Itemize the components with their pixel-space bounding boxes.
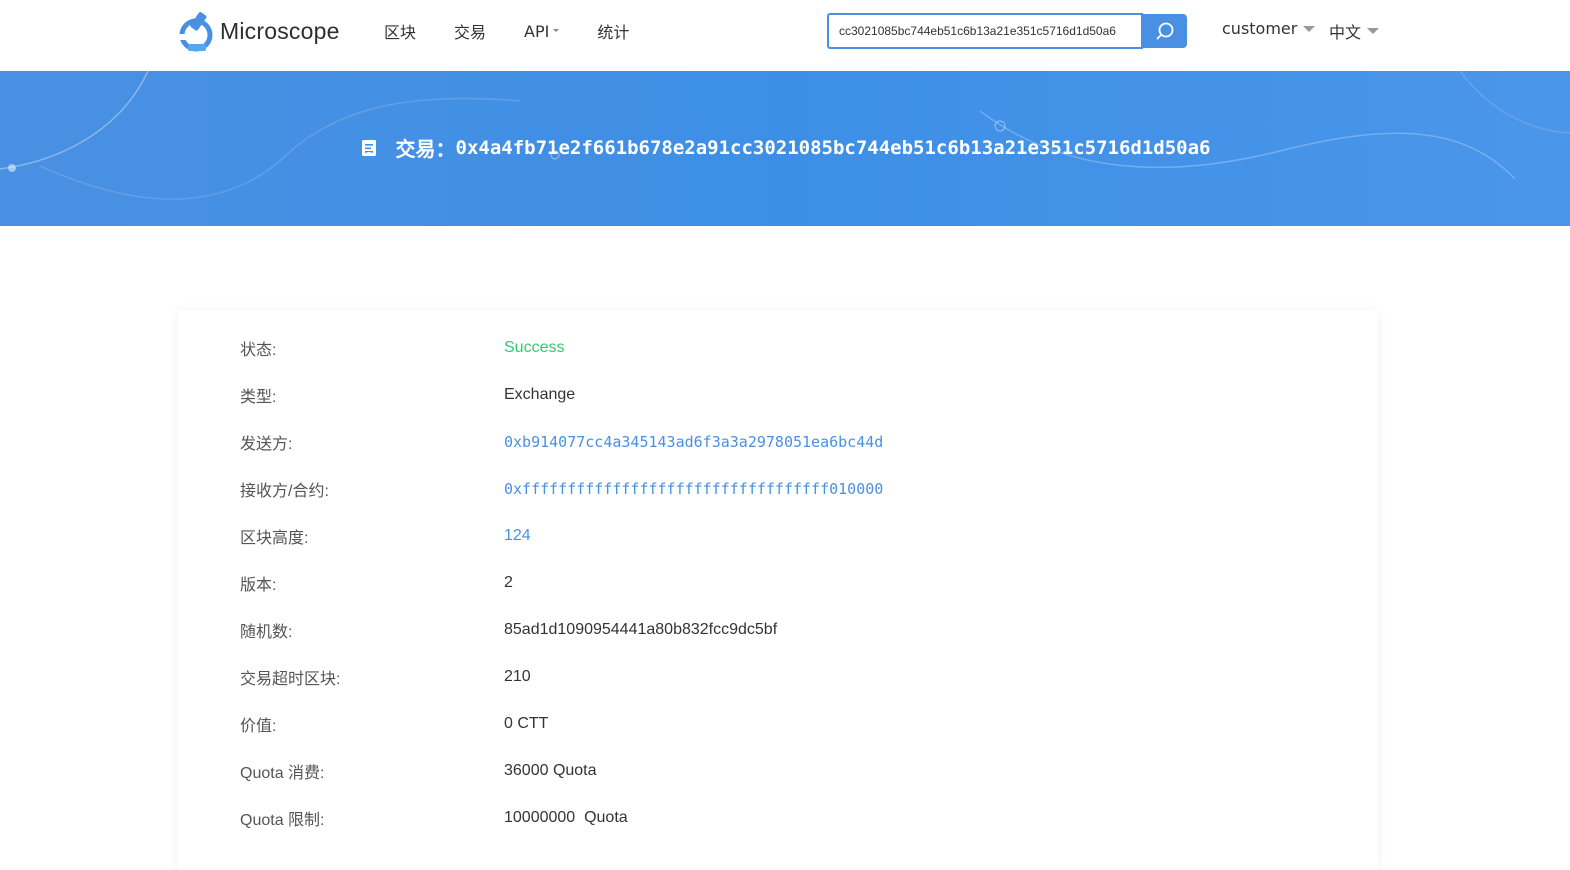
top-navbar: Microscope 区块 交易 API 统计 customer 中文 [0,0,1570,71]
detail-row-quota-used: Quota 消费: 36000 Quota [240,760,597,782]
user-menu-label: customer [1222,19,1298,38]
nav-item-blocks[interactable]: 区块 [384,19,416,43]
detail-label: 接收方/合约: [240,483,329,500]
detail-row-receiver: 接收方/合约: 0xffffffffffffffffffffffffffffff… [240,478,883,500]
page-title-prefix: 交易： [395,137,456,161]
detail-label: 发送方: [240,436,293,453]
valid-until-block-value: 210 [504,668,531,685]
search-button[interactable] [1143,14,1187,48]
page-banner: 交易： 0x4a4fb71e2f661b678e2a91cc3021085bc7… [0,71,1570,226]
main-nav: 区块 交易 API 统计 [384,19,667,43]
nav-item-statistics[interactable]: 统计 [597,19,629,43]
nav-item-api[interactable]: API [524,21,560,41]
nav-item-label: API [524,21,550,41]
detail-label: 随机数: [240,624,293,641]
type-value: Exchange [504,386,576,403]
nav-item-label: 区块 [384,23,417,42]
detail-label: 状态: [240,342,277,359]
microscope-icon [178,12,213,52]
detail-label: 版本: [240,577,277,594]
version-value: 2 [504,574,513,591]
detail-label: Quota 限制: [240,812,325,829]
block-height-link[interactable]: 124 [504,527,531,545]
detail-row-quota-limit: Quota 限制: 10000000 Quota [240,807,628,829]
quota-limit-value: 10000000 Quota [504,809,628,826]
user-menu[interactable]: customer [1222,19,1316,38]
quota-used-value: 36000 Quota [504,762,597,779]
document-icon [361,139,376,156]
chevron-down-icon [1367,28,1380,34]
nonce-value: 85ad1d1090954441a80b832fcc9dc5bf [504,621,778,638]
chevron-down-icon [1303,25,1316,32]
search-input[interactable] [827,13,1143,49]
detail-row-status: 状态: Success [240,337,564,359]
search-icon [1156,22,1174,40]
detail-row-type: 类型: Exchange [240,384,575,406]
detail-label: 区块高度: [240,530,309,547]
search-bar [827,13,1187,49]
detail-row-nonce: 随机数: 85ad1d1090954441a80b832fcc9dc5bf [240,619,777,641]
detail-row-valid-until-block: 交易超时区块: 210 [240,666,531,688]
nav-item-label: 统计 [597,23,630,42]
brand-name: Microscope [220,17,340,44]
nav-item-transactions[interactable]: 交易 [454,19,486,43]
nav-item-label: 交易 [454,23,487,42]
detail-label: 价值: [240,718,277,735]
brand-logo[interactable]: Microscope [178,10,340,52]
detail-row-block-height: 区块高度: 124 [240,525,531,547]
detail-label: Quota 消费: [240,765,325,782]
detail-row-sender: 发送方: 0xb914077cc4a345143ad6f3a3a2978051e… [240,431,883,453]
status-value: Success [504,339,565,356]
detail-label: 类型: [240,389,277,406]
page-title: 交易： 0x4a4fb71e2f661b678e2a91cc3021085bc7… [0,133,1570,162]
detail-row-version: 版本: 2 [240,572,513,594]
sender-address-link[interactable]: 0xb914077cc4a345143ad6f3a3a2978051ea6bc4… [504,433,883,451]
value-amount: 0 CTT [504,715,549,732]
transaction-hash: 0x4a4fb71e2f661b678e2a91cc3021085bc744eb… [455,136,1211,159]
receiver-address-link[interactable]: 0xffffffffffffffffffffffffffffffffff0100… [504,480,883,498]
chevron-down-icon [553,28,560,32]
transaction-detail-card: 状态: Success 类型: Exchange 发送方: 0xb914077c… [178,310,1378,870]
detail-label: 交易超时区块: [240,671,341,688]
language-menu-label: 中文 [1329,23,1362,42]
language-menu[interactable]: 中文 [1329,19,1380,43]
detail-row-value: 价值: 0 CTT [240,713,548,735]
